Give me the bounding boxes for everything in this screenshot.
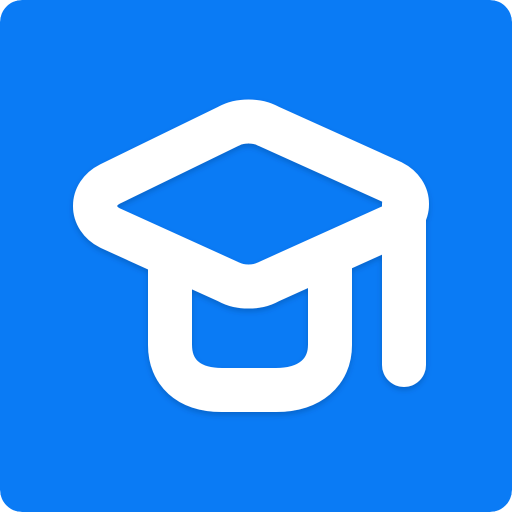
app-icon[interactable] <box>0 0 512 512</box>
icon-background <box>0 0 512 512</box>
graduation-cap-icon <box>0 0 512 512</box>
